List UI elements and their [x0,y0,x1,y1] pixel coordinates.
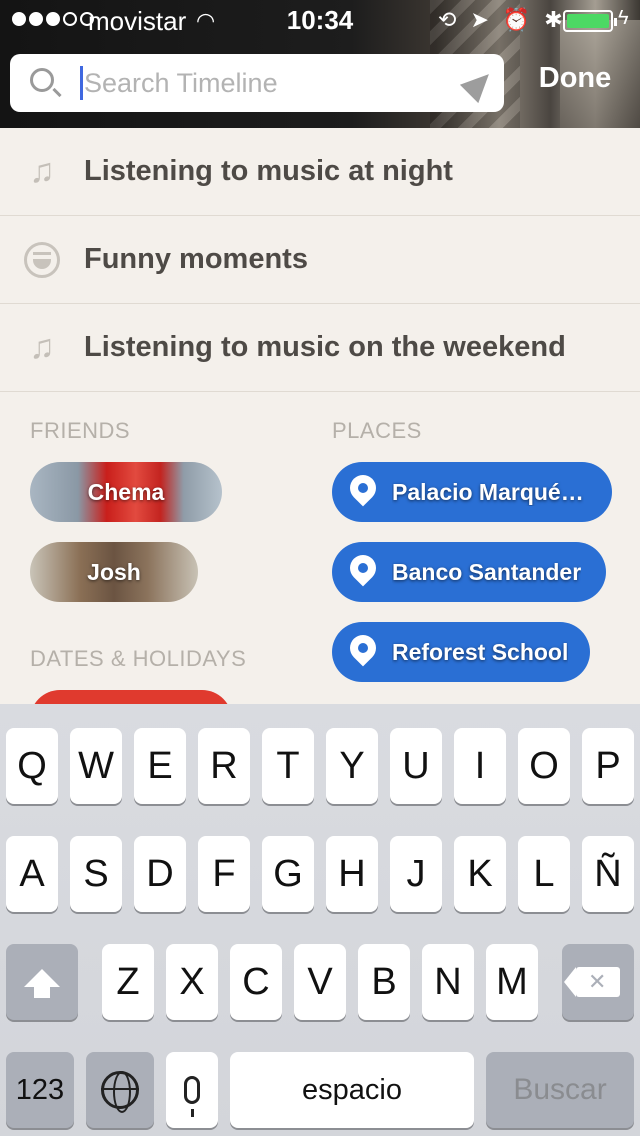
key-v[interactable]: V [294,944,346,1020]
text-cursor [80,66,83,100]
microphone-icon [184,1076,200,1117]
key-i[interactable]: I [454,728,506,804]
numbers-key[interactable]: 123 [6,1052,74,1128]
place-name: Palacio Marqué… [392,478,584,505]
search-key[interactable]: Buscar [486,1052,634,1128]
key-h[interactable]: H [326,836,378,912]
delete-key[interactable] [562,944,634,1020]
rotation-lock-icon: ⟲ [438,7,457,32]
globe-key[interactable] [86,1052,154,1128]
suggestion-item[interactable]: ♫ Listening to music at night [0,128,640,216]
key-g[interactable]: G [262,836,314,912]
status-icons: ⟲ ➤ ⏰ ✱ [438,7,563,33]
places-section-title: PLACES [332,418,422,443]
shift-arrow-icon [24,969,60,998]
place-name: Reforest School [392,638,569,665]
friend-name: Josh [87,558,141,585]
bluetooth-icon: ✱ [544,7,563,32]
location-services-icon: ➤ [470,7,489,32]
search-icon [30,68,54,92]
globe-icon [101,1071,139,1113]
shift-key[interactable] [6,944,78,1020]
search-bar[interactable] [10,54,504,112]
key-b[interactable]: B [358,944,410,1020]
dates-section-title: DATES & HOLIDAYS [30,646,247,671]
map-pin-icon [350,555,376,589]
key-j[interactable]: J [390,836,442,912]
suggestion-item[interactable]: Funny moments [0,216,640,304]
charging-icon: ϟ [618,7,629,29]
place-pill[interactable]: Palacio Marqué… [332,462,612,522]
map-pin-icon [350,475,376,509]
keyboard: Q W E R T Y U I O P A S D F G H J K L Ñ … [0,704,640,1136]
suggestion-label: Listening to music at night [84,155,453,187]
key-q[interactable]: Q [6,728,58,804]
suggestion-item[interactable]: ♫ Listening to music on the weekend [0,304,640,392]
key-a[interactable]: A [6,836,58,912]
done-button[interactable]: Done [520,62,630,95]
key-u[interactable]: U [390,728,442,804]
friends-section-title: FRIENDS [30,418,131,443]
place-pill[interactable]: Reforest School [332,622,590,682]
status-bar: movistar ◠ 10:34 ⟲ ➤ ⏰ ✱ ϟ [0,0,640,40]
key-s[interactable]: S [70,836,122,912]
suggestion-label: Funny moments [84,243,308,275]
key-r[interactable]: R [198,728,250,804]
search-input[interactable] [84,62,454,104]
key-l[interactable]: L [518,836,570,912]
laughing-face-icon [24,241,60,278]
music-note-icon: ♫ [29,152,55,190]
key-z[interactable]: Z [102,944,154,1020]
key-o[interactable]: O [518,728,570,804]
key-p[interactable]: P [582,728,634,804]
music-note-icon: ♫ [29,328,55,366]
friend-pill-chema[interactable]: Chema [30,462,222,522]
place-pill[interactable]: Banco Santander [332,542,606,602]
key-e[interactable]: E [134,728,186,804]
map-pin-icon [350,635,376,669]
backspace-icon [564,967,620,997]
alarm-icon: ⏰ [502,7,531,32]
space-key[interactable]: espacio [230,1052,474,1128]
suggestion-label: Listening to music on the weekend [84,331,566,363]
key-m[interactable]: M [486,944,538,1020]
dictation-key[interactable] [166,1052,218,1128]
location-arrow-icon[interactable] [459,64,499,104]
key-x[interactable]: X [166,944,218,1020]
key-y[interactable]: Y [326,728,378,804]
key-f[interactable]: F [198,836,250,912]
key-w[interactable]: W [70,728,122,804]
suggestion-list: ♫ Listening to music at night Funny mome… [0,128,640,392]
key-k[interactable]: K [454,836,506,912]
key-c[interactable]: C [230,944,282,1020]
key-n[interactable]: N [422,944,474,1020]
key-t[interactable]: T [262,728,314,804]
key-d[interactable]: D [134,836,186,912]
battery-icon [563,10,617,32]
friend-name: Chema [87,478,165,505]
place-name: Banco Santander [392,558,582,585]
friend-pill-josh[interactable]: Josh [30,542,198,602]
key-n-tilde[interactable]: Ñ [582,836,634,912]
